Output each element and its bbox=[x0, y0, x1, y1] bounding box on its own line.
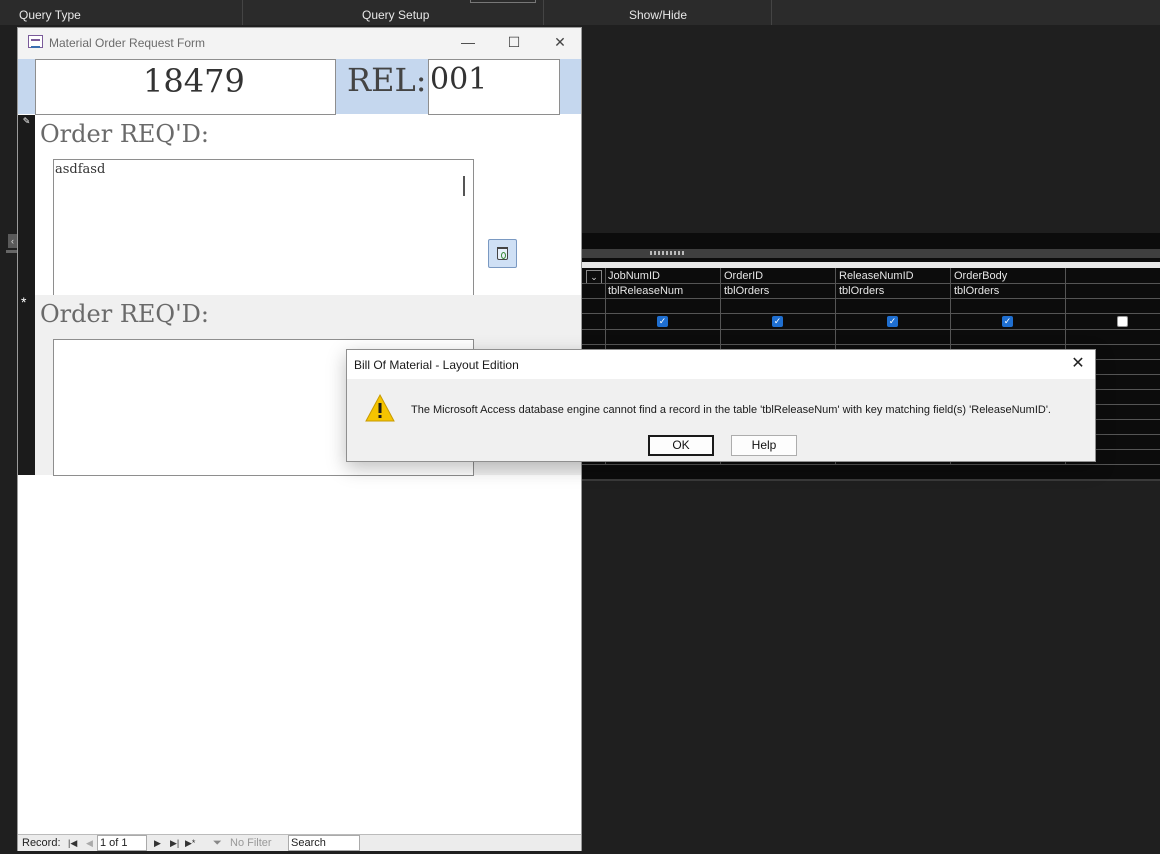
last-record-icon[interactable]: ▶| bbox=[170, 838, 179, 849]
search-input[interactable]: Search bbox=[288, 835, 360, 851]
ribbon-separator bbox=[771, 0, 772, 25]
ribbon-separator bbox=[543, 0, 544, 25]
splitter-handle[interactable] bbox=[650, 251, 686, 255]
grid-field-cell[interactable]: OrderBody bbox=[954, 270, 1007, 282]
grid-row-line bbox=[582, 313, 1160, 314]
form-title-bar[interactable]: Material Order Request Form — ☐ ✕ bbox=[18, 28, 581, 59]
grid-field-cell[interactable]: OrderID bbox=[724, 270, 763, 282]
show-checkbox[interactable]: ✓ bbox=[657, 316, 668, 327]
first-record-icon[interactable]: |◀ bbox=[68, 838, 77, 849]
order-reqd-label: Order REQ'D: bbox=[40, 300, 210, 328]
ribbon-group-query-setup: Query Setup bbox=[362, 8, 430, 22]
ribbon-group-show-hide: Show/Hide bbox=[629, 8, 688, 22]
new-record-star-icon: * bbox=[21, 294, 27, 310]
minimize-button[interactable]: — bbox=[445, 28, 491, 57]
order-reqd-label: Order REQ'D: bbox=[40, 120, 210, 148]
help-button[interactable]: Help bbox=[731, 435, 797, 456]
grid-field-cell[interactable]: ReleaseNumID bbox=[839, 270, 914, 282]
grid-row-line bbox=[582, 344, 1160, 345]
ok-button[interactable]: OK bbox=[648, 435, 714, 456]
no-filter-button[interactable]: No Filter bbox=[230, 837, 272, 849]
close-button[interactable]: ✕ bbox=[537, 28, 583, 57]
dialog-message: The Microsoft Access database engine can… bbox=[411, 404, 1051, 416]
grid-row-line bbox=[582, 283, 1160, 284]
delete-button[interactable] bbox=[488, 239, 517, 268]
dialog-body: The Microsoft Access database engine can… bbox=[347, 379, 1095, 461]
rel-value: 001 bbox=[430, 62, 488, 97]
edit-pencil-icon: ✎ bbox=[22, 116, 31, 126]
rel-label: REL: bbox=[347, 61, 427, 99]
job-number-value: 18479 bbox=[143, 62, 245, 100]
dialog-close-button[interactable]: ✕ bbox=[1067, 353, 1089, 375]
order-reqd-memo[interactable]: asdfasd bbox=[53, 159, 474, 296]
trash-icon bbox=[497, 247, 508, 260]
current-record-field[interactable]: 1 of 1 bbox=[97, 835, 147, 851]
text-cursor bbox=[463, 176, 465, 196]
grid-row-line bbox=[582, 329, 1160, 330]
record-navigation-bar: Record: |◀ ◀ 1 of 1 ▶ ▶| ▶* ⏷ No Filter … bbox=[18, 834, 581, 851]
form-title: Material Order Request Form bbox=[49, 36, 206, 50]
grid-table-cell[interactable]: tblOrders bbox=[724, 285, 769, 297]
navigation-pane-splitter[interactable] bbox=[6, 250, 17, 253]
memo-text: asdfasd bbox=[55, 162, 106, 177]
grid-table-cell[interactable]: tblOrders bbox=[954, 285, 999, 297]
ribbon-control-fragment bbox=[470, 0, 536, 3]
filter-icon: ⏷ bbox=[213, 837, 222, 849]
warning-icon bbox=[365, 393, 395, 422]
grid-table-cell[interactable]: tblReleaseNum bbox=[608, 285, 683, 297]
maximize-button[interactable]: ☐ bbox=[491, 28, 537, 57]
grid-row-line bbox=[582, 464, 1160, 465]
grid-table-cell[interactable]: tblOrders bbox=[839, 285, 884, 297]
grid-column-selector-row[interactable] bbox=[582, 262, 1160, 268]
ribbon-group-query-type: Query Type bbox=[19, 8, 81, 22]
show-checkbox[interactable] bbox=[1117, 316, 1128, 327]
order-record-section: Order REQ'D: asdfasd bbox=[35, 115, 581, 296]
navigation-pane-collapse-button[interactable]: ‹ bbox=[8, 234, 17, 248]
chevron-down-icon[interactable]: ⌄ bbox=[586, 270, 602, 284]
dialog-title-bar[interactable]: Bill Of Material - Layout Edition ✕ bbox=[347, 350, 1095, 379]
grid-field-cell[interactable]: JobNumID bbox=[608, 270, 660, 282]
ribbon-group-labels: Query Type Query Setup Show/Hide bbox=[0, 0, 1160, 25]
new-record-icon[interactable]: ▶* bbox=[185, 838, 195, 849]
ribbon-separator bbox=[242, 0, 243, 25]
previous-record-icon[interactable]: ◀ bbox=[86, 838, 93, 849]
show-checkbox[interactable]: ✓ bbox=[772, 316, 783, 327]
dialog-title: Bill Of Material - Layout Edition bbox=[354, 358, 519, 372]
grid-row-line bbox=[582, 298, 1160, 299]
form-icon bbox=[28, 35, 43, 48]
error-dialog: Bill Of Material - Layout Edition ✕ The … bbox=[346, 349, 1096, 462]
next-record-icon[interactable]: ▶ bbox=[154, 838, 161, 849]
show-checkbox[interactable]: ✓ bbox=[887, 316, 898, 327]
show-checkbox[interactable]: ✓ bbox=[1002, 316, 1013, 327]
record-label: Record: bbox=[22, 837, 61, 849]
